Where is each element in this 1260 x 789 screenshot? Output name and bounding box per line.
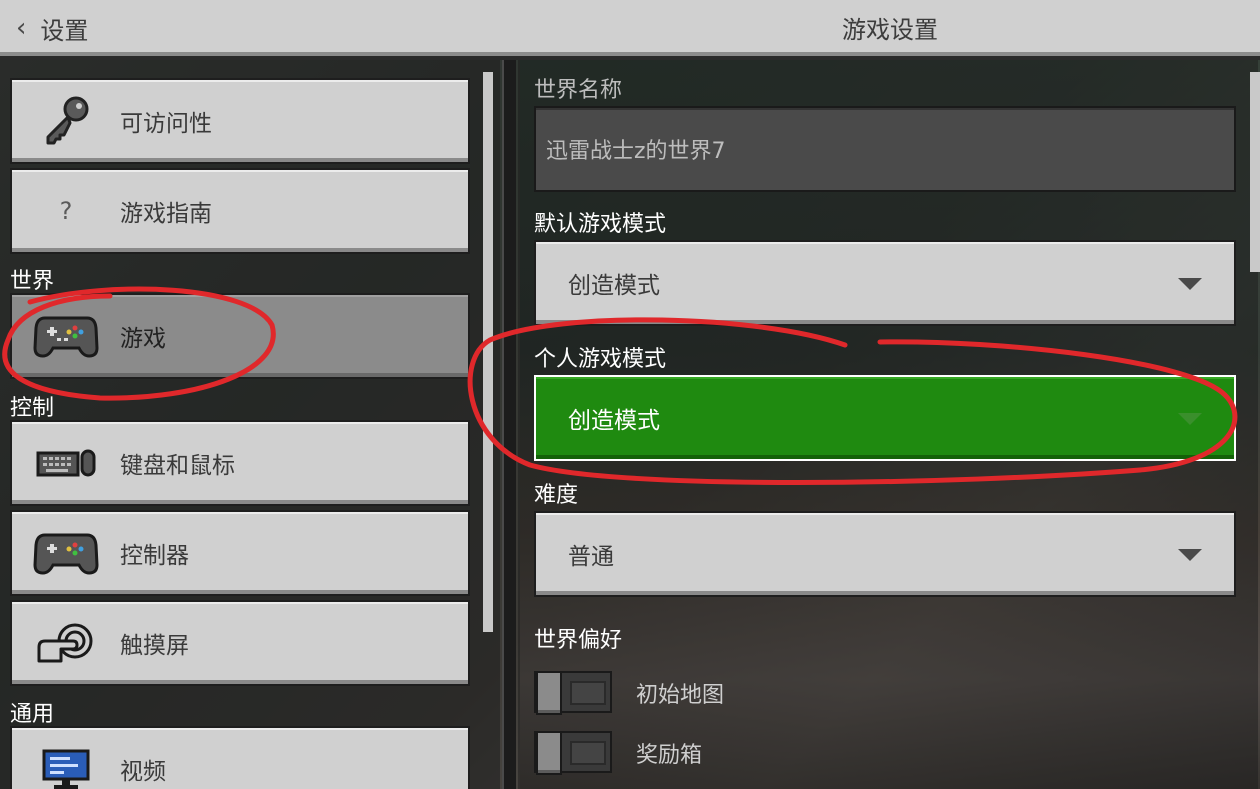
toggle-slot <box>570 681 606 705</box>
difficulty-dropdown[interactable]: 普通 <box>534 511 1236 597</box>
chevron-left-icon: ‹ <box>16 13 27 43</box>
sidebar-item-video[interactable]: 视频 <box>10 726 470 789</box>
dropdown-value: 普通 <box>568 544 614 570</box>
world-name-label: 世界名称 <box>534 78 623 103</box>
caret-down-icon <box>1178 413 1202 425</box>
touch-hand-icon <box>12 602 120 684</box>
question-icon: ? <box>59 197 73 225</box>
panel-divider <box>502 60 516 789</box>
sidebar-item-label: 视频 <box>120 759 166 785</box>
dropdown-value: 创造模式 <box>568 273 660 299</box>
monitor-icon <box>12 728 120 789</box>
personal-game-mode-dropdown[interactable]: 创造模式 <box>534 375 1236 461</box>
gamepad-icon <box>12 295 120 377</box>
sidebar-item-touchscreen[interactable]: 触摸屏 <box>10 600 470 686</box>
page-title: 游戏设置 <box>842 16 938 44</box>
default-game-mode-label: 默认游戏模式 <box>534 212 667 237</box>
sidebar-item-game[interactable]: 游戏 <box>10 293 470 379</box>
key-icon <box>12 80 120 162</box>
sidebar-scrollbar[interactable] <box>483 72 493 632</box>
header-bar: ‹ 设置 游戏设置 <box>0 0 1260 56</box>
section-label-world: 世界 <box>10 269 55 294</box>
difficulty-label: 难度 <box>534 483 579 508</box>
back-button-label: 设置 <box>40 16 89 45</box>
toggle-slot <box>570 741 606 765</box>
sidebar-item-label: 触摸屏 <box>120 633 189 659</box>
section-label-controls: 控制 <box>10 396 55 421</box>
sidebar-item-keyboard-mouse[interactable]: 键盘和鼠标 <box>10 420 470 506</box>
sidebar-item-label: 可访问性 <box>120 111 212 137</box>
keyboard-mouse-icon <box>12 422 120 504</box>
sidebar-item-controller[interactable]: 控制器 <box>10 510 470 596</box>
world-name-input[interactable]: 迅雷战士z的世界7 <box>534 106 1236 192</box>
content-scrollbar[interactable] <box>1250 72 1260 272</box>
bonus-chest-label: 奖励箱 <box>636 743 703 768</box>
starting-map-label: 初始地图 <box>636 683 725 708</box>
sidebar-item-label: 键盘和鼠标 <box>120 453 235 479</box>
starting-map-toggle[interactable] <box>534 671 612 715</box>
sidebar-item-label: 控制器 <box>120 543 189 569</box>
dropdown-value: 创造模式 <box>568 408 660 434</box>
toggle-knob <box>536 671 562 715</box>
back-button[interactable]: ‹ 设置 <box>10 8 120 48</box>
toggle-knob <box>536 731 562 775</box>
sidebar-item-label: 游戏指南 <box>120 201 212 227</box>
personal-game-mode-label: 个人游戏模式 <box>534 347 667 372</box>
default-game-mode-dropdown[interactable]: 创造模式 <box>534 240 1236 326</box>
world-preferences-label: 世界偏好 <box>534 628 623 653</box>
bonus-chest-toggle[interactable] <box>534 731 612 775</box>
caret-down-icon <box>1178 278 1202 290</box>
sidebar-item-label: 游戏 <box>120 326 166 352</box>
caret-down-icon <box>1178 549 1202 561</box>
sidebar-item-how-to-play[interactable]: ? 游戏指南 <box>10 168 470 254</box>
gamepad-icon <box>12 512 120 594</box>
sidebar-item-accessibility[interactable]: 可访问性 <box>10 78 470 164</box>
section-label-general: 通用 <box>10 702 55 727</box>
